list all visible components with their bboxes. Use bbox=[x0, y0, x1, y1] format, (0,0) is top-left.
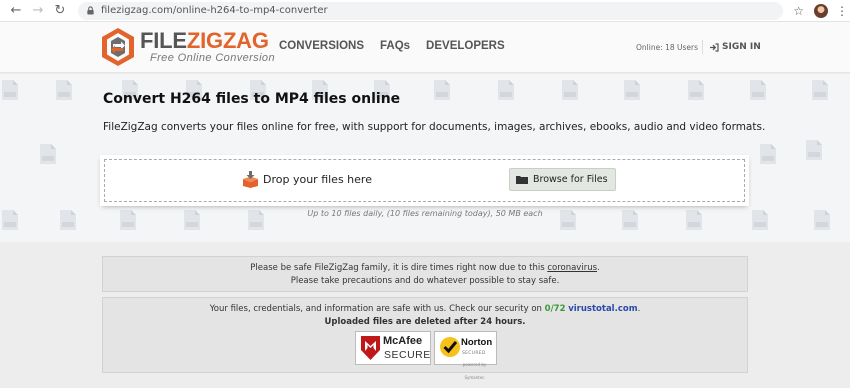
browse-files-button[interactable]: Browse for Files bbox=[509, 168, 616, 191]
drop-files-label: Drop your files here bbox=[263, 173, 372, 186]
deletion-notice: Uploaded files are deleted after 24 hour… bbox=[324, 317, 526, 327]
box-download-icon bbox=[243, 171, 258, 188]
safety-notice: Please be safe FileZigZag family, it is … bbox=[102, 256, 748, 292]
site-logo[interactable]: FILEZIGZAG Free Online Conversion bbox=[101, 27, 275, 67]
sign-in-button[interactable]: SIGN IN bbox=[702, 40, 761, 54]
mcafee-name: McAfee bbox=[383, 335, 423, 347]
browser-toolbar: ← → ↻ filezigzag.com/online-h264-to-mp4-… bbox=[0, 0, 850, 22]
notice-line1-text: Please be safe FileZigZag family, it is … bbox=[250, 263, 548, 273]
nav-conversions[interactable]: CONVERSIONS bbox=[279, 40, 364, 52]
norton-powered-by: powered by Symantec bbox=[462, 362, 487, 380]
page-subtitle: FileZigZag converts your files online fo… bbox=[103, 121, 766, 133]
sign-in-label: SIGN IN bbox=[722, 42, 761, 52]
file-dropzone[interactable]: Drop your files here Browse for Files bbox=[102, 157, 747, 204]
page-title: Convert H264 files to MP4 files online bbox=[103, 91, 401, 107]
avatar[interactable] bbox=[814, 3, 828, 18]
kebab-menu-icon[interactable]: ⋮ bbox=[836, 4, 848, 18]
security-line1-end: . bbox=[637, 304, 641, 314]
virustotal-score: 0/72 bbox=[544, 304, 566, 314]
sign-in-icon bbox=[710, 42, 719, 52]
norton-check-icon bbox=[440, 337, 460, 357]
logo-text-zigzag: ZIGZAG bbox=[186, 28, 269, 53]
coronavirus-link[interactable]: coronavirus bbox=[547, 263, 597, 273]
security-line1-text: Your files, credentials, and information… bbox=[209, 304, 545, 314]
upload-limits-text: Up to 10 files daily, (10 files remainin… bbox=[307, 209, 543, 218]
nav-developers[interactable]: DEVELOPERS bbox=[426, 40, 505, 52]
star-icon[interactable]: ☆ bbox=[793, 4, 804, 18]
security-notice: Your files, credentials, and information… bbox=[102, 297, 748, 380]
security-badges: McAfee SECURE Norton SECURED powered by … bbox=[355, 331, 497, 380]
folder-icon bbox=[516, 176, 528, 184]
notice-line2-text: Please take precautions and do whatever … bbox=[290, 276, 560, 286]
site-header: FILEZIGZAG Free Online Conversion CONVER… bbox=[0, 22, 850, 73]
browse-files-label: Browse for Files bbox=[533, 174, 608, 185]
arrow-right-icon[interactable]: → bbox=[30, 3, 46, 19]
norton-secured-badge[interactable]: Norton SECURED powered by Symantec bbox=[434, 331, 497, 380]
url-text: filezigzag.com/online-h264-to-mp4-conver… bbox=[101, 5, 328, 16]
logo-text-file: FILE bbox=[140, 28, 187, 53]
notice-line1-end: . bbox=[597, 263, 600, 273]
address-bar[interactable]: filezigzag.com/online-h264-to-mp4-conver… bbox=[78, 1, 784, 20]
filezigzag-logo-icon bbox=[102, 28, 134, 66]
reload-icon[interactable]: ↻ bbox=[52, 3, 68, 19]
arrow-left-icon[interactable]: ← bbox=[8, 3, 24, 19]
logo-tagline: Free Online Conversion bbox=[150, 52, 275, 64]
mcafee-secure-badge[interactable]: McAfee SECURE bbox=[355, 331, 431, 365]
lock-icon bbox=[87, 6, 94, 15]
nav-faqs[interactable]: FAQs bbox=[380, 40, 410, 52]
online-users-count: Online: 18 Users bbox=[636, 43, 699, 52]
main-nav: CONVERSIONS FAQs DEVELOPERS bbox=[279, 40, 505, 52]
virustotal-link[interactable]: virustotal.com bbox=[568, 304, 637, 314]
converter-hero: Convert H264 files to MP4 files online F… bbox=[0, 74, 850, 242]
mcafee-secure-label: SECURE bbox=[384, 349, 431, 361]
mcafee-shield-icon bbox=[361, 336, 380, 360]
